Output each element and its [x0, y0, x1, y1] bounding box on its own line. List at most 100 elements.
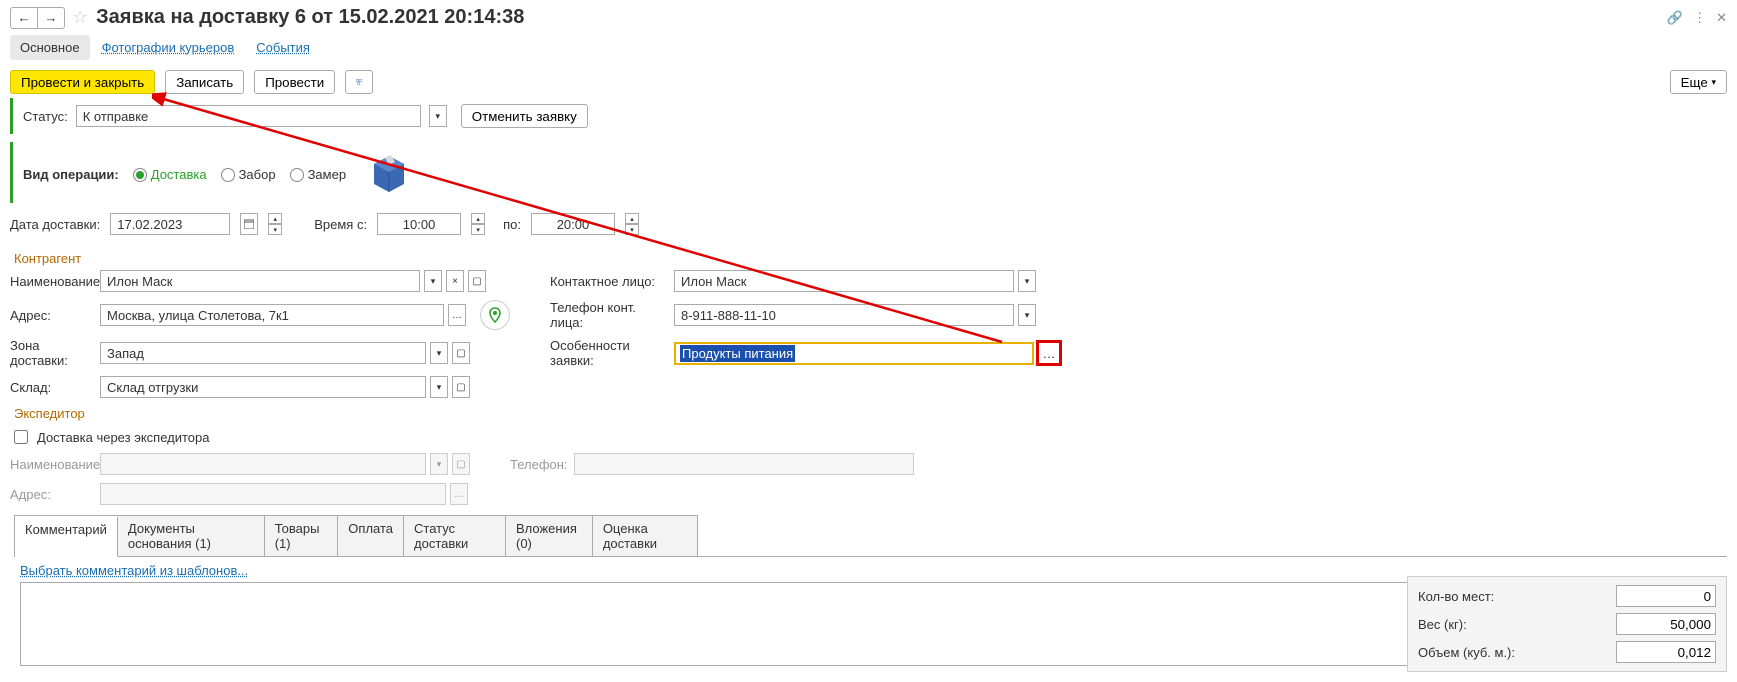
kebab-menu-icon[interactable]: ⋮ — [1693, 10, 1706, 26]
zone-input[interactable]: Запад — [100, 342, 426, 364]
comment-template-link[interactable]: Выбрать комментарий из шаблонов... — [0, 557, 248, 582]
structure-icon — [356, 75, 362, 89]
delivery-date-label: Дата доставки: — [10, 217, 100, 232]
radio-dot-icon — [290, 168, 304, 182]
fw-phone-label: Телефон: — [510, 457, 570, 472]
radio-dot-icon — [221, 168, 235, 182]
fw-name-input — [100, 453, 426, 475]
link-icon[interactable]: 🔗 — [1667, 10, 1683, 26]
radio-dot-icon — [133, 168, 147, 182]
package-icon — [368, 152, 410, 197]
radio-pickup-label: Забор — [239, 167, 276, 182]
time-to-spinner[interactable]: ▴▾ — [625, 213, 639, 235]
status-value[interactable]: К отправке — [76, 105, 421, 127]
wh-open[interactable]: ▢ — [452, 376, 470, 398]
contact-label: Контактное лицо: — [550, 274, 670, 289]
favorite-star-icon[interactable]: ☆ — [72, 7, 88, 28]
save-button[interactable]: Записать — [165, 70, 244, 94]
contact-phone-input[interactable]: 8-911-888-11-10 — [674, 304, 1014, 326]
cp-addr-edit[interactable]: … — [448, 304, 466, 326]
tab-comment[interactable]: Комментарий — [15, 517, 118, 557]
more-button[interactable]: Еще ▾ — [1670, 70, 1727, 94]
weight-input[interactable] — [1616, 613, 1716, 635]
counterparty-section-title: Контрагент — [0, 245, 1737, 268]
fw-addr-input — [100, 483, 446, 505]
cp-name-clear[interactable]: × — [446, 270, 464, 292]
features-input[interactable]: Продукты питания — [674, 342, 1034, 365]
calendar-icon — [244, 219, 254, 229]
cancel-request-button[interactable]: Отменить заявку — [461, 104, 588, 128]
features-label: Особенности заявки: — [550, 338, 670, 368]
tab-courier-photos[interactable]: Фотографии курьеров — [92, 35, 245, 60]
cp-name-open[interactable]: ▢ — [468, 270, 486, 292]
tab-goods[interactable]: Товары (1) — [265, 516, 339, 556]
detail-tabs: Комментарий Документы основания (1) Това… — [14, 515, 698, 556]
radio-delivery[interactable]: Доставка — [133, 167, 207, 182]
post-button[interactable]: Провести — [254, 70, 335, 94]
volume-label: Объем (куб. м.): — [1418, 645, 1616, 660]
forwarder-section-title: Экспедитор — [0, 400, 1737, 423]
tab-delivery-status[interactable]: Статус доставки — [404, 516, 506, 556]
wh-input[interactable]: Склад отгрузки — [100, 376, 426, 398]
more-button-label: Еще — [1681, 75, 1708, 90]
page-title: Заявка на доставку 6 от 15.02.2021 20:14… — [96, 6, 524, 29]
features-select-button[interactable]: … — [1036, 340, 1062, 366]
date-spinner[interactable]: ▴▾ — [268, 213, 282, 235]
cp-name-input[interactable]: Илон Маск — [100, 270, 420, 292]
cp-name-dropdown[interactable]: ▾ — [424, 270, 442, 292]
status-dropdown-button[interactable]: ▾ — [429, 105, 447, 127]
time-from-label: Время с: — [314, 217, 367, 232]
zone-label: Зона доставки: — [10, 338, 96, 368]
delivery-date-input[interactable]: 17.02.2023 — [110, 213, 230, 235]
contact-phone-label: Телефон конт. лица: — [550, 300, 670, 330]
radio-measure[interactable]: Замер — [290, 167, 346, 182]
operation-type-label: Вид операции: — [23, 167, 119, 182]
places-input[interactable] — [1616, 585, 1716, 607]
calendar-button[interactable] — [240, 213, 258, 235]
contact-dropdown[interactable]: ▾ — [1018, 270, 1036, 292]
zone-open[interactable]: ▢ — [452, 342, 470, 364]
cp-addr-label: Адрес: — [10, 308, 96, 323]
weight-label: Вес (кг): — [1418, 617, 1616, 632]
status-label: Статус: — [23, 109, 68, 124]
fw-phone-input — [574, 453, 914, 475]
radio-pickup[interactable]: Забор — [221, 167, 276, 182]
contact-phone-dropdown[interactable]: ▾ — [1018, 304, 1036, 326]
tab-events[interactable]: События — [246, 35, 320, 60]
fw-name-open: ▢ — [452, 453, 470, 475]
structure-button[interactable] — [345, 70, 373, 94]
wh-label: Склад: — [10, 380, 96, 395]
tab-payment[interactable]: Оплата — [338, 516, 404, 556]
zone-dropdown[interactable]: ▾ — [430, 342, 448, 364]
radio-delivery-label: Доставка — [151, 167, 207, 182]
map-pin-button[interactable] — [480, 300, 510, 330]
cp-name-label: Наименование: — [10, 274, 96, 289]
tab-attachments[interactable]: Вложения (0) — [506, 516, 593, 556]
volume-input[interactable] — [1616, 641, 1716, 663]
wh-dropdown[interactable]: ▾ — [430, 376, 448, 398]
chevron-down-icon: ▾ — [1711, 77, 1716, 88]
radio-measure-label: Замер — [308, 167, 346, 182]
fw-name-label: Наименование: — [10, 457, 96, 472]
close-icon[interactable]: ✕ — [1716, 10, 1727, 26]
places-label: Кол-во мест: — [1418, 589, 1616, 604]
via-forwarder-checkbox[interactable] — [14, 430, 28, 444]
summary-panel: Кол-во мест: Вес (кг): Объем (куб. м.): — [1407, 576, 1727, 672]
time-from-spinner[interactable]: ▴▾ — [471, 213, 485, 235]
features-value: Продукты питания — [680, 345, 795, 362]
time-from-input[interactable]: 10:00 — [377, 213, 461, 235]
tab-base-docs[interactable]: Документы основания (1) — [118, 516, 265, 556]
nav-forward-button[interactable]: → — [37, 7, 65, 29]
cp-addr-input[interactable]: Москва, улица Столетова, 7к1 — [100, 304, 444, 326]
via-forwarder-label: Доставка через экспедитора — [37, 430, 210, 445]
fw-addr-label: Адрес: — [10, 487, 96, 502]
tab-main[interactable]: Основное — [10, 35, 90, 60]
tab-rating[interactable]: Оценка доставки — [593, 516, 697, 556]
time-to-input[interactable]: 20:00 — [531, 213, 615, 235]
time-to-label: по: — [503, 217, 521, 232]
post-and-close-button[interactable]: Провести и закрыть — [10, 70, 155, 94]
map-pin-icon — [487, 307, 503, 323]
contact-input[interactable]: Илон Маск — [674, 270, 1014, 292]
nav-back-button[interactable]: ← — [10, 7, 38, 29]
fw-name-dropdown: ▾ — [430, 453, 448, 475]
